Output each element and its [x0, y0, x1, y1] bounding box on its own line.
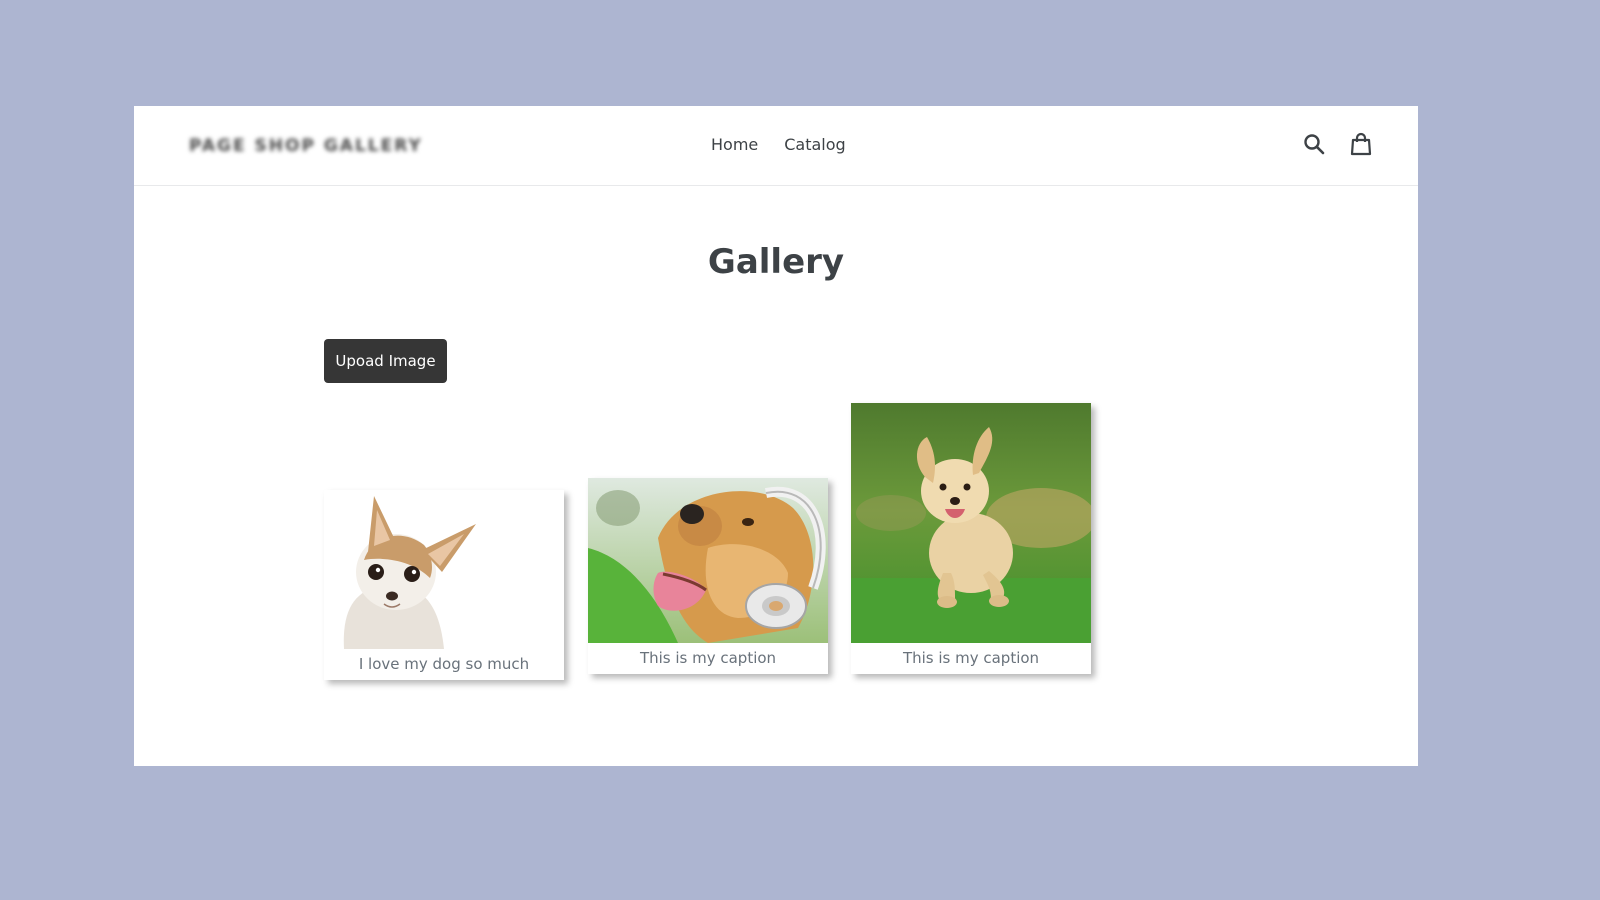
cart-icon[interactable]	[1350, 132, 1372, 156]
upload-image-button[interactable]: Upoad Image	[324, 339, 447, 383]
image-caption: I love my dog so much	[358, 655, 530, 673]
gallery-card[interactable]: This is my caption	[851, 403, 1091, 674]
site-logo[interactable]: PAGE SHOP GALLERY	[189, 136, 423, 156]
image-caption: This is my caption	[902, 649, 1040, 667]
search-icon[interactable]	[1303, 132, 1325, 156]
nav-home-link[interactable]: Home	[711, 135, 758, 154]
chihuahua-photo	[324, 490, 564, 649]
main-nav: Home Catalog	[711, 135, 846, 154]
site-header: PAGE SHOP GALLERY Home Catalog	[134, 106, 1418, 186]
golden-puppy-running-photo	[851, 403, 1091, 643]
nav-catalog-link[interactable]: Catalog	[784, 135, 845, 154]
gallery-card[interactable]: I love my dog so much	[324, 490, 564, 680]
golden-retriever-headphones-photo	[588, 478, 828, 643]
page-frame: PAGE SHOP GALLERY Home Catalog Gallery U…	[134, 106, 1418, 766]
image-caption: This is my caption	[639, 649, 777, 667]
header-icons	[1303, 132, 1372, 156]
page-title: Gallery	[707, 242, 845, 282]
gallery-card[interactable]: This is my caption	[588, 478, 828, 674]
